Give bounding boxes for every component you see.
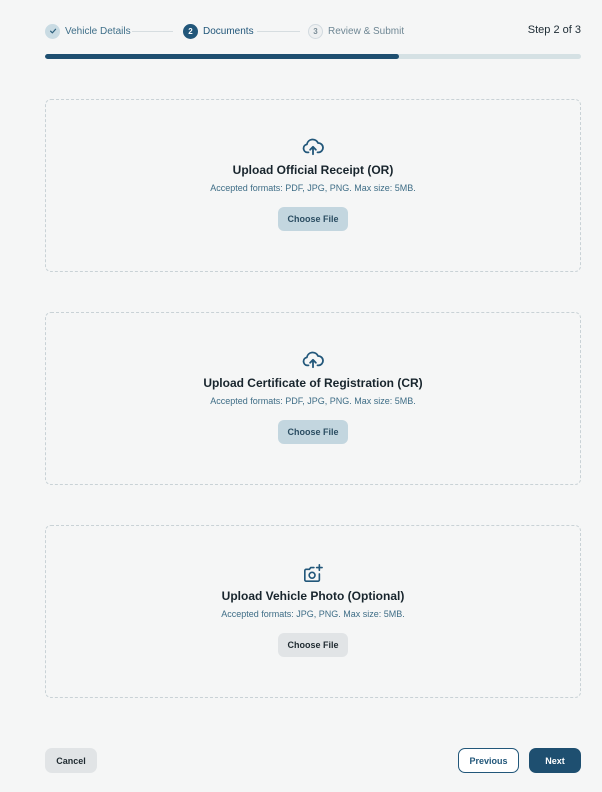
choose-file-button[interactable]: Choose File bbox=[278, 633, 348, 657]
stepper: Vehicle Details 2 Documents 3 Review & S… bbox=[45, 23, 581, 41]
cloud-upload-icon bbox=[302, 350, 324, 370]
upload-dropzone-official-receipt[interactable]: Upload Official Receipt (OR) Accepted fo… bbox=[45, 99, 581, 272]
choose-file-button[interactable]: Choose File bbox=[278, 207, 348, 231]
upload-description: Accepted formats: JPG, PNG. Max size: 5M… bbox=[221, 609, 405, 619]
upload-description: Accepted formats: PDF, JPG, PNG. Max siz… bbox=[210, 183, 416, 193]
check-icon bbox=[45, 23, 60, 39]
step-count: Step 2 of 3 bbox=[527, 24, 581, 36]
progress-fill bbox=[45, 54, 399, 59]
step-connector bbox=[257, 31, 300, 32]
cancel-button[interactable]: Cancel bbox=[45, 748, 97, 773]
step-label: Documents bbox=[203, 25, 254, 37]
upload-title: Upload Official Receipt (OR) bbox=[232, 163, 394, 177]
upload-dropzone-vehicle-photo[interactable]: Upload Vehicle Photo (Optional) Accepted… bbox=[45, 525, 581, 698]
upload-title: Upload Vehicle Photo (Optional) bbox=[221, 589, 405, 603]
upload-title: Upload Certificate of Registration (CR) bbox=[203, 376, 423, 390]
upload-dropzone-certificate-registration[interactable]: Upload Certificate of Registration (CR) … bbox=[45, 312, 581, 485]
choose-file-button[interactable]: Choose File bbox=[278, 420, 348, 444]
add-photo-icon bbox=[302, 563, 324, 583]
step-label: Vehicle Details bbox=[65, 25, 131, 37]
step-number: 3 bbox=[308, 23, 323, 39]
step-connector bbox=[132, 31, 173, 32]
progress-bar bbox=[45, 54, 581, 59]
step-label: Review & Submit bbox=[328, 25, 405, 37]
step-documents[interactable]: 2 Documents bbox=[183, 23, 254, 39]
step-number: 2 bbox=[183, 23, 198, 39]
previous-button[interactable]: Previous bbox=[458, 748, 519, 773]
step-vehicle-details[interactable]: Vehicle Details bbox=[45, 23, 131, 39]
next-button[interactable]: Next bbox=[529, 748, 581, 773]
step-review-submit[interactable]: 3 Review & Submit bbox=[308, 23, 404, 39]
upload-description: Accepted formats: PDF, JPG, PNG. Max siz… bbox=[210, 396, 416, 406]
cloud-upload-icon bbox=[302, 137, 324, 157]
